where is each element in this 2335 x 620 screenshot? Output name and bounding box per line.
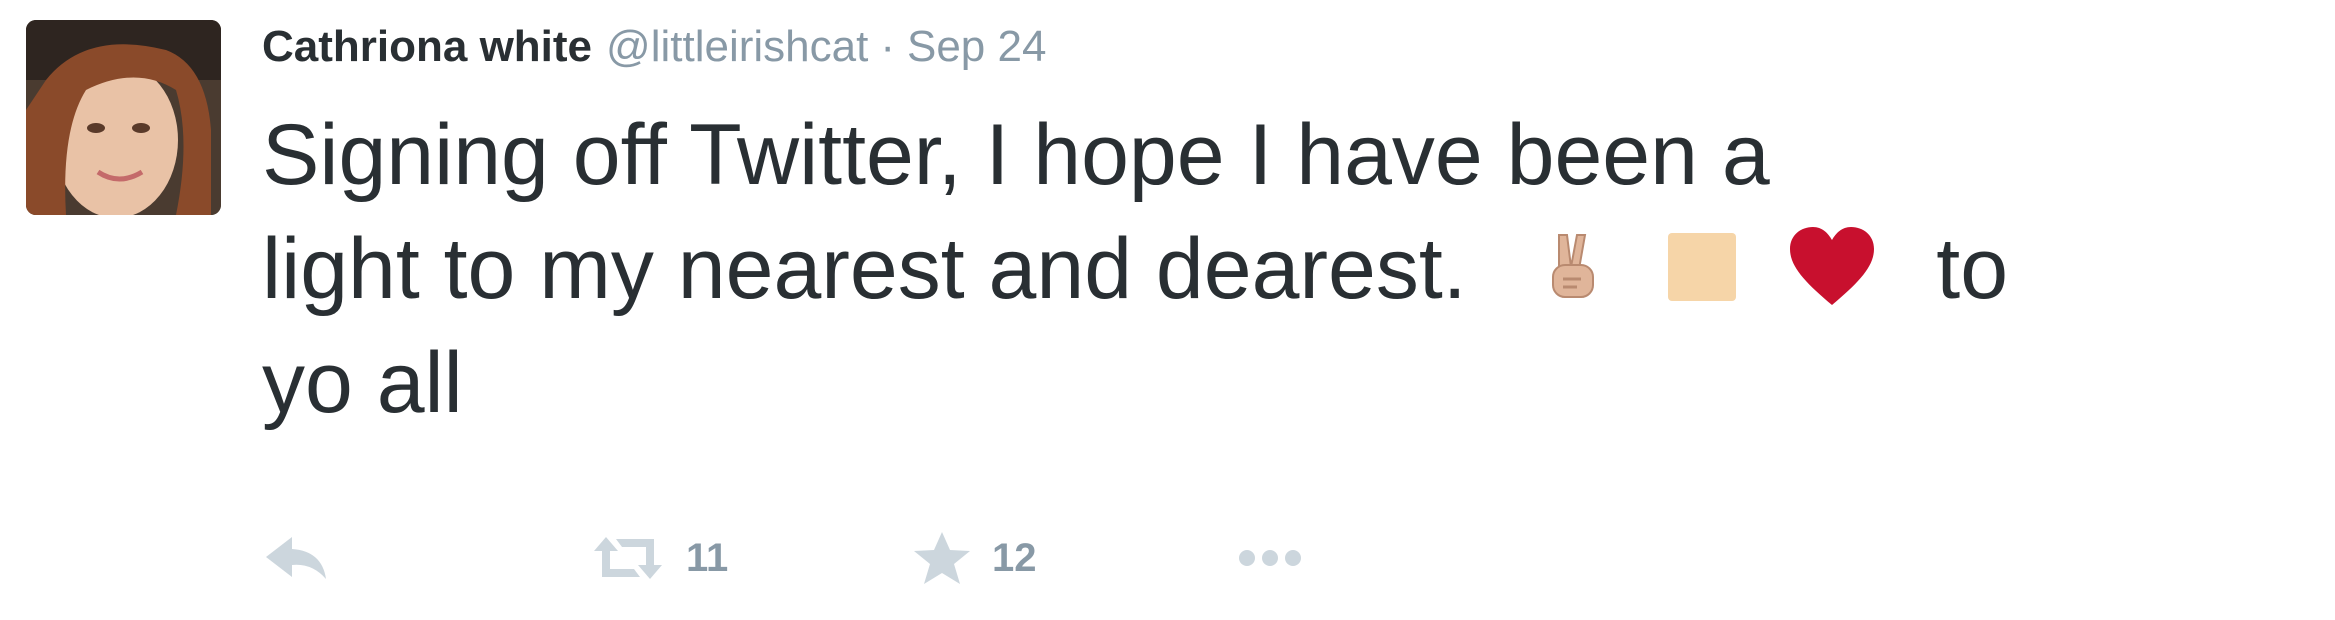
author-name[interactable]: Cathriona white — [262, 22, 592, 72]
favorite-count: 12 — [992, 535, 1037, 580]
more-button[interactable] — [1237, 528, 1303, 588]
retweet-icon — [590, 533, 666, 583]
blank-square-emoji — [1664, 229, 1740, 305]
tweet-date[interactable]: Sep 24 — [907, 22, 1046, 72]
avatar[interactable] — [26, 20, 221, 215]
victory-hand-emoji — [1535, 229, 1611, 305]
retweet-button[interactable]: 11 — [590, 528, 728, 588]
red-heart-emoji — [1786, 225, 1878, 309]
tweet-text-line: yo all — [262, 335, 463, 431]
retweet-count: 11 — [686, 535, 729, 580]
reply-button[interactable] — [262, 528, 332, 588]
tweet-text-segment: light to my nearest and dearest. — [262, 221, 1467, 317]
header-separator: · — [880, 22, 895, 71]
favorite-button[interactable]: 12 — [912, 528, 1037, 588]
tweet-text-segment: to — [1936, 221, 2009, 317]
reply-icon — [262, 533, 332, 583]
tweet-text-line: light to my nearest and dearest. to — [262, 212, 2302, 326]
star-icon — [912, 530, 972, 586]
more-icon — [1237, 548, 1303, 568]
tweet-text-line: Signing off Twitter, I hope I have been … — [262, 107, 1770, 203]
tweet-actions: 11 12 — [262, 528, 1362, 588]
avatar-photo — [26, 20, 221, 215]
author-handle[interactable]: @littleirishcat — [606, 22, 868, 72]
tweet-text: Signing off Twitter, I hope I have been … — [262, 98, 2302, 440]
tweet-header: Cathriona white @littleirishcat · Sep 24 — [262, 22, 1046, 78]
tweet: Cathriona white @littleirishcat · Sep 24… — [0, 0, 2335, 620]
